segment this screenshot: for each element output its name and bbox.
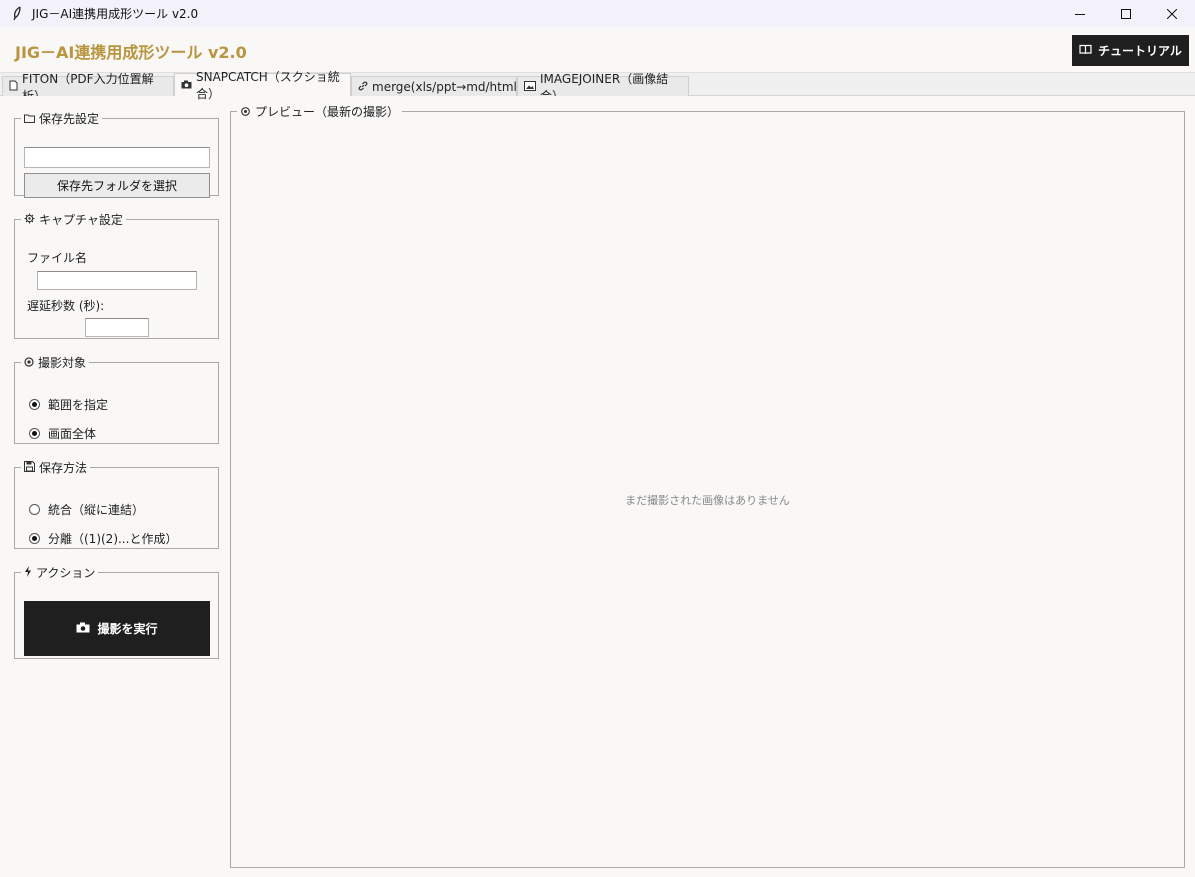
radio-full-screen[interactable]: 画面全体 <box>29 425 96 442</box>
radio-merge-vertical[interactable]: 統合（縦に連結） <box>29 501 144 518</box>
tab-bar: FITON（PDF入力位置解析） SNAPCATCH（スクショ統合） merge… <box>0 70 1195 103</box>
capture-settings-group: キャプチャ設定 ファイル名 遅延秒数 (秒): <box>14 211 219 339</box>
save-path-input[interactable] <box>24 147 210 168</box>
app-title: JIG－AI連携用成形ツール v2.0 <box>15 43 247 62</box>
capture-settings-legend: キャプチャ設定 <box>39 213 123 227</box>
tab-label: SNAPCATCH（スクショ統合） <box>196 70 340 101</box>
tutorial-button[interactable]: チュートリアル <box>1072 35 1189 66</box>
shoot-button[interactable]: 撮影を実行 <box>24 601 210 656</box>
link-icon <box>358 80 368 94</box>
window-titlebar: JIG－AI連携用成形ツール v2.0 <box>0 0 1195 27</box>
maximize-icon[interactable] <box>1103 0 1149 27</box>
floppy-disk-icon <box>24 460 35 475</box>
lightning-icon <box>24 565 32 580</box>
camera-icon <box>76 622 90 636</box>
tab-snapcatch[interactable]: SNAPCATCH（スクショ統合） <box>174 70 351 101</box>
tutorial-label: チュートリアル <box>1098 44 1182 58</box>
action-legend: アクション <box>36 566 96 580</box>
preview-group: プレビュー（最新の撮影） まだ撮影された画像はありません <box>230 103 1185 868</box>
gear-icon <box>24 213 35 227</box>
save-location-group: 保存先設定 保存先フォルダを選択 <box>14 110 219 198</box>
filename-input[interactable] <box>37 271 197 290</box>
radio-indicator <box>29 428 40 439</box>
app-header: JIG－AI連携用成形ツール v2.0 チュートリアル <box>0 27 1195 73</box>
minimize-icon[interactable] <box>1057 0 1103 27</box>
book-icon <box>1079 44 1092 58</box>
folder-icon <box>24 112 35 126</box>
radio-indicator <box>29 504 40 515</box>
delay-label: 遅延秒数 (秒): <box>27 299 105 313</box>
eye-icon <box>240 105 251 119</box>
radio-label: 統合（縦に連結） <box>48 503 145 517</box>
snapcatch-panel: 保存先設定 保存先フォルダを選択 キャプチャ設定 ファイル名 遅延秒数 (秒):… <box>0 96 1195 877</box>
radio-separate-files[interactable]: 分離（(1)(2)...と作成） <box>29 530 177 547</box>
select-folder-button[interactable]: 保存先フォルダを選択 <box>24 173 210 198</box>
document-icon <box>9 80 18 94</box>
radio-indicator <box>29 399 40 410</box>
close-icon[interactable] <box>1149 0 1195 27</box>
radio-label: 範囲を指定 <box>48 398 109 412</box>
filename-label: ファイル名 <box>27 251 88 265</box>
image-icon <box>524 80 536 94</box>
tab-merge[interactable]: merge(xls/ppt→md/html) <box>351 76 522 96</box>
save-method-legend: 保存方法 <box>39 461 88 475</box>
shoot-button-label: 撮影を実行 <box>97 622 158 636</box>
capture-target-legend: 撮影対象 <box>38 356 87 370</box>
save-method-group: 保存方法 統合（縦に連結） 分離（(1)(2)...と作成） <box>14 459 219 549</box>
radio-label: 画面全体 <box>48 427 97 441</box>
tab-fiton[interactable]: FITON（PDF入力位置解析） <box>2 72 174 103</box>
radio-indicator <box>29 533 40 544</box>
preview-empty-message: まだ撮影された画像はありません <box>625 494 790 507</box>
delay-input[interactable] <box>85 318 149 337</box>
target-icon <box>24 356 34 370</box>
radio-label: 分離（(1)(2)...と作成） <box>48 532 178 546</box>
camera-icon <box>181 78 192 92</box>
save-location-legend: 保存先設定 <box>39 112 100 126</box>
tab-label: merge(xls/ppt→md/html) <box>372 79 522 94</box>
action-group: アクション 撮影を実行 <box>14 564 219 659</box>
window-title: JIG－AI連携用成形ツール v2.0 <box>32 7 199 21</box>
tab-imagejoiner[interactable]: IMAGEJOINER（画像結合） <box>517 72 689 103</box>
preview-legend: プレビュー（最新の撮影） <box>255 105 400 119</box>
capture-target-group: 撮影対象 範囲を指定 画面全体 <box>14 354 219 444</box>
feather-icon <box>12 6 24 21</box>
radio-select-region[interactable]: 範囲を指定 <box>29 396 108 413</box>
